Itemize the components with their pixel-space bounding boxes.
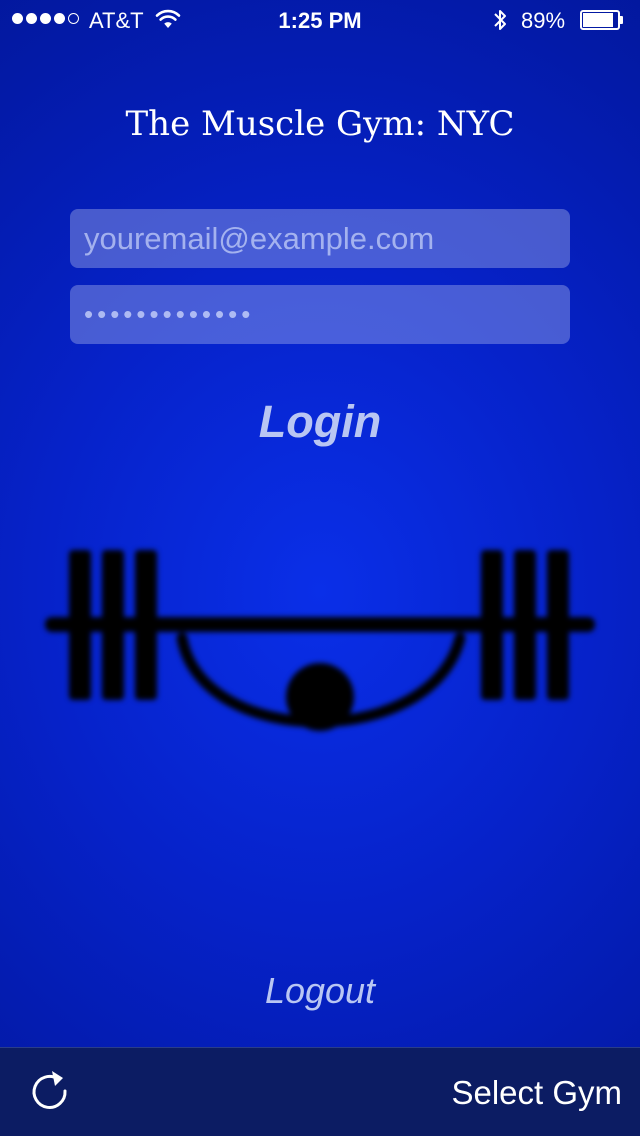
battery-percent: 89% — [521, 8, 566, 33]
battery-icon — [580, 10, 624, 30]
page-title: The Muscle Gym: NYC — [125, 104, 515, 144]
status-bar: AT&T 1:25 PM 89% — [0, 0, 640, 40]
password-field[interactable] — [70, 285, 570, 344]
email-input[interactable] — [70, 209, 570, 268]
bluetooth-icon — [494, 10, 506, 30]
login-button[interactable]: Login — [0, 396, 640, 448]
email-field[interactable] — [70, 209, 570, 268]
refresh-icon[interactable] — [28, 1070, 72, 1114]
barbell-lifter-logo — [45, 550, 595, 731]
password-input[interactable] — [70, 285, 570, 344]
bottom-toolbar: Select Gym — [0, 1047, 640, 1136]
logout-button[interactable]: Logout — [0, 970, 640, 1012]
select-gym-button[interactable]: Select Gym — [451, 1074, 622, 1112]
